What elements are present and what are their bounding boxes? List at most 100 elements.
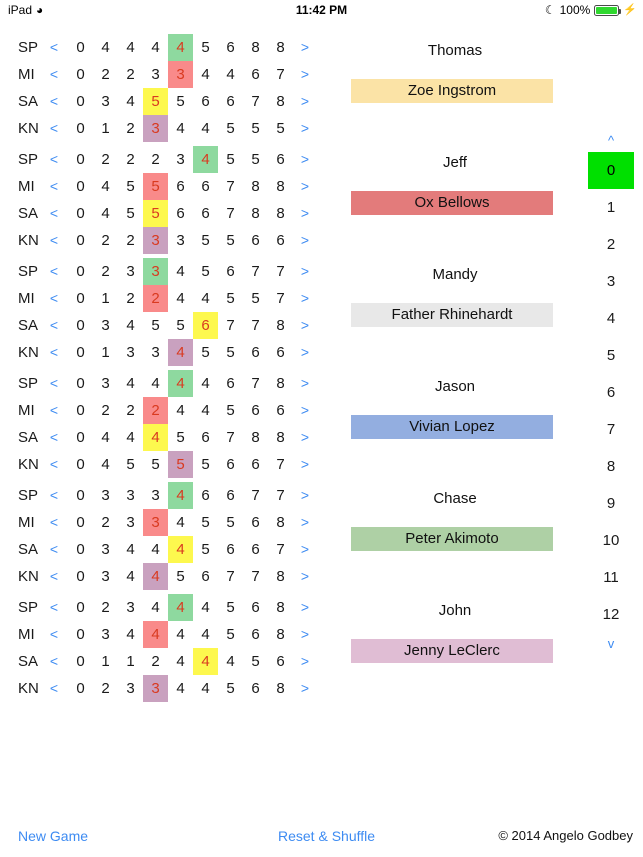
score-cell[interactable]: 6 [243, 594, 268, 621]
score-cell[interactable]: 8 [268, 621, 293, 648]
score-cell[interactable]: 2 [93, 509, 118, 536]
score-cell[interactable]: 7 [218, 312, 243, 339]
strip-number[interactable]: 8 [588, 448, 634, 485]
strip-number[interactable]: 6 [588, 374, 634, 411]
prev-arrow-button[interactable]: < [47, 594, 61, 621]
score-cell[interactable]: 6 [243, 61, 268, 88]
score-cell[interactable]: 0 [68, 285, 93, 312]
score-cell[interactable]: 4 [118, 34, 143, 61]
score-cell[interactable]: 7 [218, 200, 243, 227]
caddy-name-bar[interactable]: Zoe Ingstrom [351, 79, 553, 103]
score-cell[interactable]: 0 [68, 227, 93, 254]
score-cell-highlighted[interactable]: 2 [143, 397, 168, 424]
score-cell[interactable]: 5 [243, 115, 268, 142]
next-arrow-button[interactable]: > [298, 285, 312, 312]
prev-arrow-button[interactable]: < [47, 509, 61, 536]
score-cell[interactable]: 6 [193, 424, 218, 451]
score-cell[interactable]: 6 [168, 200, 193, 227]
score-cell[interactable]: 4 [118, 563, 143, 590]
score-cell[interactable]: 5 [168, 88, 193, 115]
next-arrow-button[interactable]: > [298, 563, 312, 590]
next-arrow-button[interactable]: > [298, 451, 312, 478]
score-cell[interactable]: 4 [93, 451, 118, 478]
prev-arrow-button[interactable]: < [47, 563, 61, 590]
next-arrow-button[interactable]: > [298, 482, 312, 509]
score-cell[interactable]: 0 [68, 115, 93, 142]
score-cell[interactable]: 1 [93, 285, 118, 312]
caddy-name-bar[interactable]: Vivian Lopez [351, 415, 553, 439]
next-arrow-button[interactable]: > [298, 594, 312, 621]
score-cell-highlighted[interactable]: 4 [193, 648, 218, 675]
score-cell[interactable]: 5 [218, 285, 243, 312]
score-cell[interactable]: 6 [243, 536, 268, 563]
score-cell[interactable]: 5 [218, 339, 243, 366]
score-cell[interactable]: 3 [118, 509, 143, 536]
score-cell[interactable]: 6 [193, 482, 218, 509]
score-cell-highlighted[interactable]: 4 [143, 621, 168, 648]
prev-arrow-button[interactable]: < [47, 61, 61, 88]
score-cell[interactable]: 0 [68, 339, 93, 366]
strip-number[interactable]: 10 [588, 522, 634, 559]
score-cell[interactable]: 8 [268, 509, 293, 536]
score-cell[interactable]: 2 [143, 648, 168, 675]
prev-arrow-button[interactable]: < [47, 424, 61, 451]
score-cell[interactable]: 6 [243, 675, 268, 702]
next-arrow-button[interactable]: > [298, 34, 312, 61]
next-arrow-button[interactable]: > [298, 61, 312, 88]
next-arrow-button[interactable]: > [298, 621, 312, 648]
next-arrow-button[interactable]: > [298, 675, 312, 702]
score-cell[interactable]: 7 [268, 482, 293, 509]
score-cell[interactable]: 4 [118, 536, 143, 563]
score-cell[interactable]: 6 [268, 397, 293, 424]
score-cell[interactable]: 3 [168, 227, 193, 254]
score-cell[interactable]: 0 [68, 312, 93, 339]
score-cell[interactable]: 4 [93, 173, 118, 200]
next-arrow-button[interactable]: > [298, 312, 312, 339]
score-cell[interactable]: 4 [118, 370, 143, 397]
score-cell[interactable]: 2 [93, 227, 118, 254]
score-cell[interactable]: 7 [243, 563, 268, 590]
score-cell[interactable]: 1 [93, 115, 118, 142]
score-cell[interactable]: 0 [68, 88, 93, 115]
score-cell[interactable]: 0 [68, 258, 93, 285]
score-cell[interactable]: 0 [68, 675, 93, 702]
score-cell[interactable]: 7 [243, 370, 268, 397]
score-cell-highlighted[interactable]: 4 [143, 424, 168, 451]
score-cell[interactable]: 3 [118, 594, 143, 621]
score-cell-highlighted[interactable]: 4 [143, 563, 168, 590]
score-cell[interactable]: 5 [218, 146, 243, 173]
score-cell[interactable]: 5 [243, 146, 268, 173]
score-cell[interactable]: 3 [118, 258, 143, 285]
score-cell-highlighted[interactable]: 3 [168, 61, 193, 88]
score-cell[interactable]: 3 [118, 339, 143, 366]
score-cell[interactable]: 4 [168, 285, 193, 312]
score-cell[interactable]: 3 [143, 339, 168, 366]
score-cell[interactable]: 0 [68, 200, 93, 227]
new-game-button[interactable]: New Game [18, 824, 88, 848]
score-cell-highlighted[interactable]: 4 [168, 482, 193, 509]
score-cell-highlighted[interactable]: 6 [193, 312, 218, 339]
score-cell[interactable]: 3 [118, 482, 143, 509]
prev-arrow-button[interactable]: < [47, 648, 61, 675]
score-cell[interactable]: 5 [193, 258, 218, 285]
prev-arrow-button[interactable]: < [47, 397, 61, 424]
next-arrow-button[interactable]: > [298, 146, 312, 173]
score-cell[interactable]: 7 [243, 258, 268, 285]
score-cell[interactable]: 5 [193, 536, 218, 563]
score-cell[interactable]: 4 [143, 594, 168, 621]
score-cell[interactable]: 5 [118, 200, 143, 227]
score-cell[interactable]: 4 [193, 621, 218, 648]
score-cell[interactable]: 6 [268, 227, 293, 254]
score-cell[interactable]: 0 [68, 424, 93, 451]
prev-arrow-button[interactable]: < [47, 227, 61, 254]
score-cell[interactable]: 8 [243, 424, 268, 451]
caddy-name-bar[interactable]: Father Rhinehardt [351, 303, 553, 327]
score-cell[interactable]: 3 [143, 482, 168, 509]
prev-arrow-button[interactable]: < [47, 451, 61, 478]
prev-arrow-button[interactable]: < [47, 146, 61, 173]
score-cell[interactable]: 0 [68, 509, 93, 536]
score-cell[interactable]: 6 [243, 339, 268, 366]
score-cell-highlighted[interactable]: 4 [168, 339, 193, 366]
next-arrow-button[interactable]: > [298, 536, 312, 563]
score-cell[interactable]: 8 [268, 675, 293, 702]
